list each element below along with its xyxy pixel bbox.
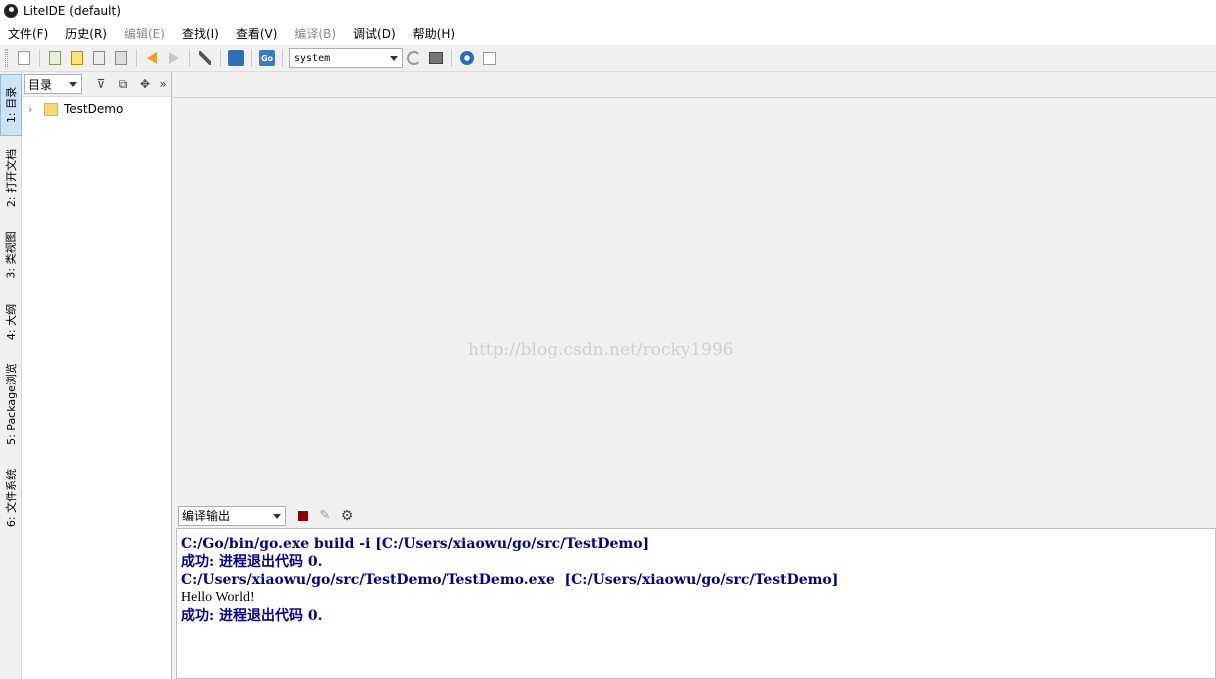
project-view-select[interactable]: 目录 — [24, 74, 82, 94]
home-button[interactable] — [227, 49, 245, 67]
back-button[interactable] — [143, 49, 161, 67]
output-line: 成功: 进程退出代码 0. — [181, 554, 323, 570]
filter-icon[interactable]: ⊽ — [94, 77, 108, 91]
chevron-down-icon — [390, 56, 398, 61]
move-icon[interactable]: ✥ — [138, 77, 152, 91]
toolbar-grip[interactable] — [5, 49, 8, 67]
editor-tab-divider — [172, 97, 1216, 98]
tools-button[interactable] — [196, 49, 214, 67]
more-icon[interactable]: » — [156, 77, 170, 91]
menu-history[interactable]: 历史(R) — [65, 25, 107, 42]
toolbar-separator — [282, 49, 283, 67]
menu-help[interactable]: 帮助(H) — [413, 25, 455, 42]
back-arrow-icon — [147, 52, 157, 64]
tab-package-browser[interactable]: 5: Package浏览 — [0, 354, 22, 454]
toggle-checkbox[interactable] — [480, 49, 498, 67]
save-button[interactable] — [68, 49, 86, 67]
save-as-button[interactable] — [90, 49, 108, 67]
forward-button[interactable] — [165, 49, 183, 67]
menu-debug[interactable]: 调试(D) — [353, 25, 396, 42]
chevron-right-icon[interactable]: › — [28, 103, 36, 116]
new-file-button[interactable] — [15, 49, 33, 67]
output-line: 成功: 进程退出代码 0. — [181, 608, 323, 624]
tab-file-system[interactable]: 6: 文件系统 — [0, 458, 22, 538]
chevron-down-icon — [273, 513, 281, 519]
output-line: Hello World! — [181, 590, 255, 605]
main-toolbar: Go system — [0, 45, 1216, 72]
toolbar-separator — [136, 49, 137, 67]
go-icon: Go — [259, 50, 275, 66]
menu-find[interactable]: 查找(I) — [182, 25, 219, 42]
toolbar-separator — [451, 49, 452, 67]
menu-file[interactable]: 文件(F) — [8, 25, 48, 42]
checkbox-icon — [482, 51, 496, 65]
editor-area[interactable]: http://blog.csdn.net/rocky1996 — [172, 72, 1216, 503]
save-all-icon — [115, 51, 127, 65]
output-select[interactable]: 编译输出 — [178, 505, 286, 526]
menu-build[interactable]: 编译(B) — [294, 25, 336, 42]
title-bar: LiteIDE (default) — [0, 0, 1216, 22]
window-title: LiteIDE (default) — [23, 4, 121, 18]
watermark: http://blog.csdn.net/rocky1996 — [468, 340, 734, 360]
save-as-icon — [93, 51, 105, 65]
toolbar-separator — [189, 49, 190, 67]
refresh-icon — [407, 51, 421, 65]
save-all-button[interactable] — [112, 49, 130, 67]
new-file-icon — [18, 51, 30, 65]
folder-icon — [44, 102, 58, 116]
project-view-select-value: 目录 — [28, 77, 53, 92]
build-output-panel: 编译输出 ✎ ⚙ C:/Go/bin/go.exe build -i [C:/U… — [172, 503, 1216, 679]
output-line: C:/Users/xiaowu/go/src/TestDemo/TestDemo… — [181, 572, 839, 588]
tools-icon — [199, 51, 211, 65]
open-file-button[interactable] — [46, 49, 64, 67]
output-console[interactable]: C:/Go/bin/go.exe build -i [C:/Users/xiao… — [176, 528, 1216, 679]
go-button[interactable]: Go — [258, 49, 276, 67]
edit-env-button[interactable] — [427, 49, 445, 67]
forward-arrow-icon — [169, 52, 179, 64]
environment-icon — [429, 52, 443, 64]
tab-directory[interactable]: 1: 目录 — [0, 74, 22, 136]
output-panel-header: 编译输出 ✎ ⚙ — [172, 503, 1216, 528]
project-panel: 目录 ⊽ ⧉ ✥ » › TestDemo — [22, 72, 172, 679]
clear-output-icon[interactable]: ✎ — [318, 508, 332, 523]
chevron-down-icon — [69, 82, 77, 87]
project-panel-header: 目录 ⊽ ⧉ ✥ » — [22, 72, 171, 97]
liteide-logo-icon — [4, 4, 18, 18]
menu-view[interactable]: 查看(V) — [236, 25, 278, 42]
stop-icon[interactable] — [298, 510, 308, 521]
tab-class-view[interactable]: 3: 类视图 — [0, 222, 22, 288]
new-window-icon[interactable]: ⧉ — [116, 77, 130, 91]
tree-item-testdemo[interactable]: › TestDemo — [22, 100, 172, 118]
options-button[interactable] — [458, 49, 476, 67]
output-select-value: 编译输出 — [182, 509, 231, 523]
gear-icon[interactable]: ⚙ — [340, 508, 354, 524]
home-icon — [228, 50, 244, 66]
save-icon — [71, 51, 83, 65]
menu-edit[interactable]: 编辑(E) — [124, 25, 165, 42]
side-tab-bar: 1: 目录 2: 打开文档 3: 类视图 4: 大纲 5: Package浏览 … — [0, 72, 22, 679]
tree-item-label: TestDemo — [64, 102, 124, 116]
refresh-env-button[interactable] — [405, 49, 423, 67]
toolbar-separator — [251, 49, 252, 67]
settings-icon — [460, 51, 474, 65]
environment-select-value: system — [294, 52, 331, 64]
menu-bar: 文件(F) 历史(R) 编辑(E) 查找(I) 查看(V) 编译(B) 调试(D… — [0, 22, 1216, 45]
environment-select[interactable]: system — [289, 48, 403, 68]
toolbar-separator — [220, 49, 221, 67]
toolbar-separator — [39, 49, 40, 67]
tab-open-documents[interactable]: 2: 打开文档 — [0, 138, 22, 218]
open-file-icon — [49, 51, 61, 65]
output-line: C:/Go/bin/go.exe build -i [C:/Users/xiao… — [181, 536, 650, 552]
tab-outline[interactable]: 4: 大纲 — [0, 294, 22, 350]
